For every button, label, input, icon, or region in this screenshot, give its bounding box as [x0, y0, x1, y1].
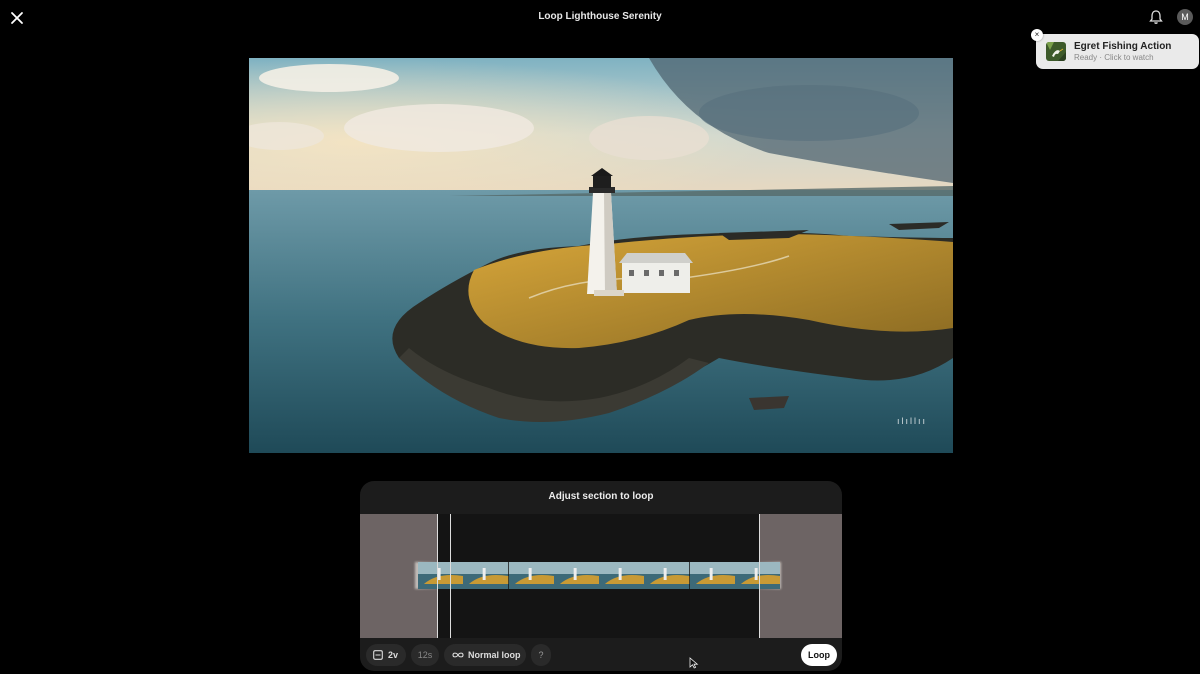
filmstrip-frame	[644, 562, 690, 589]
loop-editor-panel: Adjust section to loop 2v 12s Normal loo…	[360, 481, 842, 671]
filmstrip	[418, 562, 780, 589]
video-player[interactable]: ılıllıı	[249, 58, 953, 453]
toast-close-button[interactable]: ×	[1031, 29, 1043, 41]
notification-toast[interactable]: × Egret Fishing Action Ready · Click to …	[1031, 29, 1199, 69]
help-button[interactable]: ?	[531, 644, 551, 666]
toast-title: Egret Fishing Action	[1074, 41, 1172, 52]
avatar[interactable]: M	[1177, 9, 1193, 25]
lighthouse-scene	[249, 58, 953, 453]
loop-mode-button[interactable]: Normal loop	[444, 644, 526, 666]
versions-icon	[373, 650, 383, 660]
toast-subtitle: Ready · Click to watch	[1074, 53, 1154, 62]
mouse-cursor-icon	[689, 657, 699, 669]
video-watermark: ılıllıı	[896, 416, 927, 426]
toast-thumbnail	[1046, 42, 1066, 61]
playhead[interactable]	[450, 514, 451, 638]
page-title: Loop Lighthouse Serenity	[538, 11, 662, 22]
loop-button[interactable]: Loop	[801, 644, 837, 666]
timeline-track[interactable]	[360, 514, 842, 638]
version-label: 2v	[388, 650, 399, 660]
duration-button[interactable]: 12s	[411, 644, 439, 666]
filmstrip-frame	[418, 562, 464, 589]
bell-icon	[1149, 10, 1163, 24]
filmstrip-frame	[734, 562, 780, 589]
filmstrip-frame	[689, 562, 735, 589]
version-button[interactable]: 2v	[366, 644, 406, 666]
loop-controls: 2v 12s Normal loop ? Loop	[360, 641, 842, 669]
loop-mode-label: Normal loop	[468, 650, 521, 660]
filmstrip-frame	[463, 562, 509, 589]
filmstrip-frame	[599, 562, 645, 589]
panel-title: Adjust section to loop	[548, 491, 654, 502]
filmstrip-frame	[553, 562, 599, 589]
loop-end-handle[interactable]	[759, 514, 760, 638]
filmstrip-frame	[508, 562, 554, 589]
notifications-button[interactable]	[1148, 9, 1164, 25]
infinity-icon	[452, 652, 464, 658]
loop-start-handle[interactable]	[437, 514, 438, 638]
top-bar: Loop Lighthouse Serenity M	[0, 0, 1200, 36]
